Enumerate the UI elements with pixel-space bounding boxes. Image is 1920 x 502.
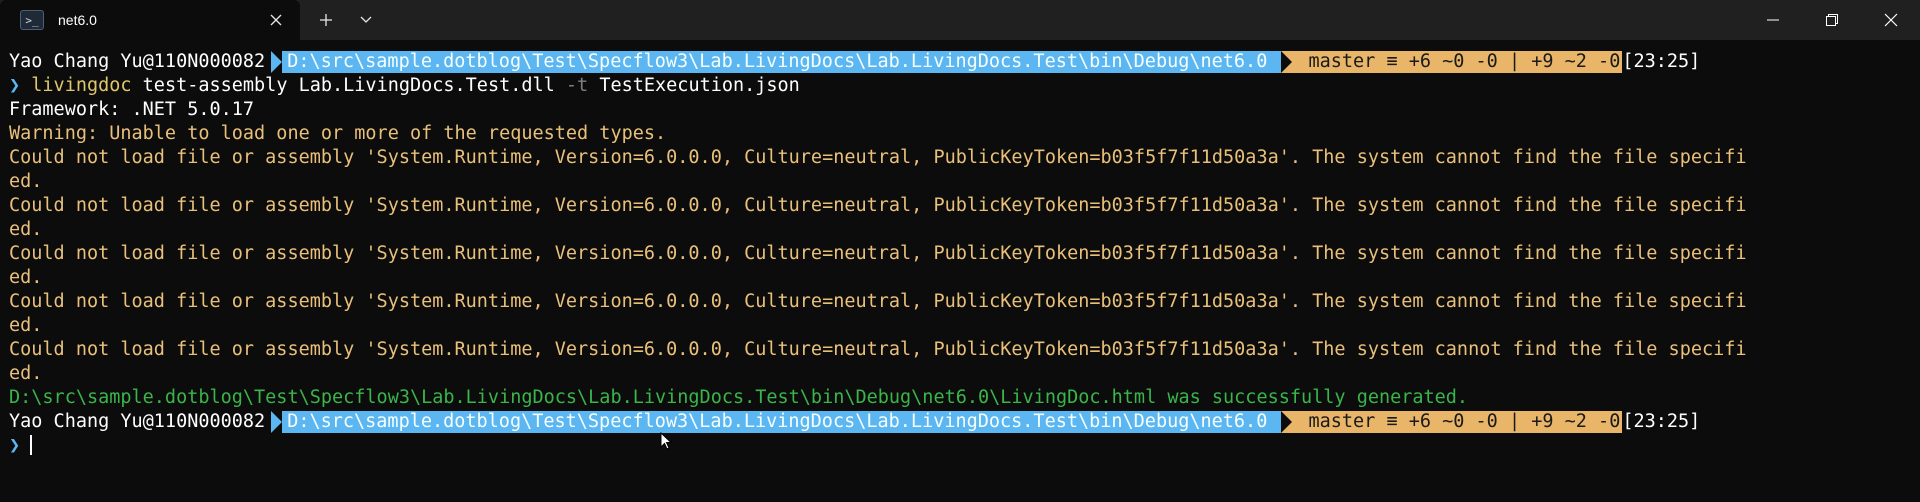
prompt-path-segment: D:\src\sample.dotblog\Test\Specflow3\Lab…: [271, 411, 1293, 433]
restore-icon: [1825, 14, 1838, 26]
command-flag: -t: [565, 75, 589, 96]
new-tab-button[interactable]: [306, 0, 346, 40]
mouse-pointer-icon: [660, 432, 672, 450]
error-line-wrap: ed.: [9, 219, 43, 240]
command-program: livingdoc: [31, 75, 132, 96]
error-line-wrap: ed.: [9, 171, 43, 192]
powershell-icon: >_: [20, 10, 44, 30]
error-line-wrap: ed.: [9, 315, 43, 336]
text-cursor: [30, 435, 33, 455]
restore-button[interactable]: [1802, 0, 1861, 40]
prompt-time: [23:25]: [1622, 411, 1701, 432]
error-line: Could not load file or assembly 'System.…: [9, 291, 1747, 312]
title-bar: >_ net6.0: [0, 0, 1920, 40]
window-controls: [1743, 0, 1920, 40]
minimize-button[interactable]: [1743, 0, 1802, 40]
prompt-user: Yao Chang Yu@110N000082: [9, 411, 266, 432]
command-args-1: test-assembly Lab.LivingDocs.Test.dll: [131, 75, 566, 96]
error-line-wrap: ed.: [9, 267, 43, 288]
close-icon: [270, 14, 282, 26]
chevron-down-icon: [360, 16, 372, 23]
command-args-2: TestExecution.json: [588, 75, 800, 96]
error-line: Could not load file or assembly 'System.…: [9, 339, 1747, 360]
prompt-git-segment: master ≡ +6 ~0 -0 | +9 ~2 -0: [1281, 51, 1623, 73]
tab-title: net6.0: [58, 12, 97, 28]
close-tab-button[interactable]: [266, 10, 286, 30]
success-line: D:\src\sample.dotblog\Test\Specflow3\Lab…: [9, 387, 1469, 408]
prompt-arrow: ❯: [9, 435, 21, 456]
warning-line: Warning: Unable to load one or more of t…: [9, 123, 667, 144]
prompt-arrow: ❯: [9, 75, 21, 96]
terminal-output[interactable]: Yao Chang Yu@110N000082 D:\src\sample.dot…: [0, 40, 1920, 502]
prompt-line: Yao Chang Yu@110N000082 D:\src\sample.dot…: [9, 50, 1920, 74]
prompt-time: [23:25]: [1622, 51, 1701, 72]
prompt-line: Yao Chang Yu@110N000082 D:\src\sample.dot…: [9, 410, 1920, 434]
framework-line: Framework: .NET 5.0.17: [9, 99, 255, 120]
plus-icon: [320, 14, 332, 26]
close-window-button[interactable]: [1861, 0, 1920, 40]
tab-dropdown-button[interactable]: [346, 0, 386, 40]
close-icon: [1884, 13, 1897, 27]
prompt-git-segment: master ≡ +6 ~0 -0 | +9 ~2 -0: [1281, 411, 1623, 433]
error-line-wrap: ed.: [9, 363, 43, 384]
tab-active[interactable]: >_ net6.0: [0, 0, 300, 40]
prompt-user: Yao Chang Yu@110N000082: [9, 51, 266, 72]
prompt-path-segment: D:\src\sample.dotblog\Test\Specflow3\Lab…: [271, 51, 1293, 73]
minimize-icon: [1766, 19, 1779, 21]
input-line[interactable]: ❯: [9, 434, 1920, 458]
error-line: Could not load file or assembly 'System.…: [9, 195, 1747, 216]
error-line: Could not load file or assembly 'System.…: [9, 243, 1747, 264]
command-line: ❯ livingdoc test-assembly Lab.LivingDocs…: [9, 74, 1920, 98]
error-line: Could not load file or assembly 'System.…: [9, 147, 1747, 168]
